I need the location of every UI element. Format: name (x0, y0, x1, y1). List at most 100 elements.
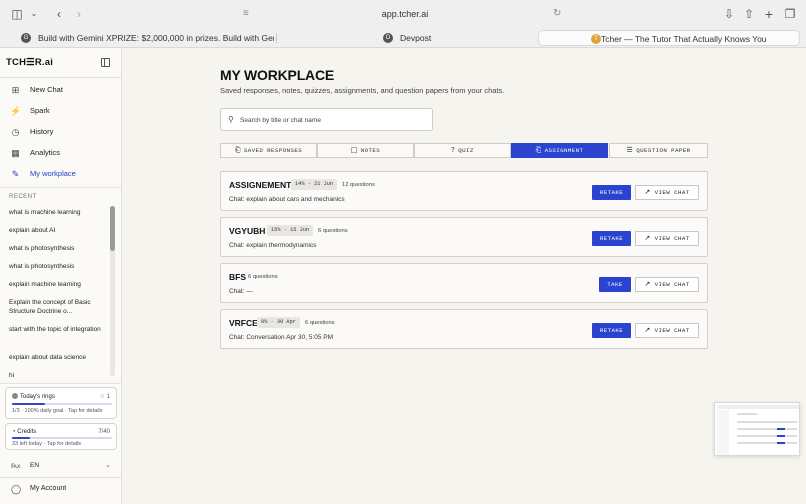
share-icon[interactable]: ⇧ (742, 7, 756, 21)
credits-title: ◔ Credits (12, 429, 37, 435)
retake-button[interactable]: RETAKE (592, 231, 631, 246)
retake-button[interactable]: RETAKE (592, 323, 631, 338)
thumbnail-line (737, 442, 797, 444)
recent-item[interactable]: explain machine learning (9, 280, 109, 289)
recent-item[interactable]: explain about data science (9, 353, 109, 362)
view-chat-button[interactable]: ↗ VIEW CHAT (635, 185, 699, 200)
tab-label: NOTES (360, 147, 381, 154)
gemini-favicon-icon: G (21, 33, 31, 43)
main-content: MY WORKPLACE Saved responses, notes, qui… (122, 48, 806, 504)
new-tab-icon[interactable]: + (762, 7, 776, 21)
credits-count: 7/40 (98, 429, 110, 435)
assignment-card: VRFCE 0% · 30 Apr 6 questions Chat: Conv… (220, 309, 708, 349)
chat-source: Chat: explain thermodynamics (229, 242, 317, 249)
tab-label: QUIZ (458, 147, 474, 154)
rings-title: Today's rings (12, 393, 55, 400)
recent-item[interactable]: explain about AI (9, 226, 109, 235)
view-chat-label: VIEW CHAT (654, 189, 690, 196)
collapse-sidebar-icon[interactable] (101, 58, 110, 67)
screenshot-thumbnail[interactable] (714, 402, 800, 456)
recent-scrollbar[interactable] (110, 206, 115, 251)
edit-icon: ✎ (11, 169, 20, 179)
user-icon: ◯ (11, 484, 22, 494)
external-link-icon: ↗ (644, 280, 651, 288)
tab-label: SAVED RESPONSES (243, 147, 303, 154)
tab-saved-responses[interactable]: ⎗ SAVED RESPONSES (220, 143, 317, 158)
credits-card[interactable]: ◔ Credits 7/40 33 left today · Tap for d… (5, 423, 117, 450)
nav-analytics[interactable]: ▦ Analytics (0, 143, 121, 163)
download-icon[interactable]: ⇩ (722, 7, 736, 21)
sidebar-toggle-icon[interactable]: ◫ (10, 7, 24, 21)
tab-quiz[interactable]: ? QUIZ (414, 143, 511, 158)
nav-history[interactable]: ◷ History (0, 122, 121, 142)
language-selector[interactable]: ℻ EN ⌄ (0, 458, 121, 474)
streak-count: ♢ 1 (99, 394, 110, 400)
tab-label: ASSIGNMENT (544, 147, 584, 154)
tab-notes[interactable]: □ NOTES (317, 143, 414, 158)
nav-label: History (30, 127, 54, 136)
credits-subtitle: 33 left today · Tap for details (12, 441, 81, 447)
view-chat-button[interactable]: ↗ VIEW CHAT (635, 277, 699, 292)
retake-button[interactable]: RETAKE (592, 185, 631, 200)
assignment-title: ASSIGNEMENT (229, 180, 292, 190)
tab-gemini[interactable]: G Build with Gemini XPRIZE: $2,000,000 i… (12, 30, 274, 46)
language-label: EN (30, 462, 40, 469)
new-chat-icon: ⊞ (11, 85, 20, 95)
view-chat-label: VIEW CHAT (654, 235, 690, 242)
nav-new-chat[interactable]: ⊞ New Chat (0, 80, 121, 100)
assignment-card: BFS 6 questions Chat: — TAKE ↗ VIEW CHAT (220, 263, 708, 303)
score-date-badge: 15% · 15 Jun (267, 225, 314, 236)
assignment-card: VGYUBH 15% · 15 Jun 6 questions Chat: ex… (220, 217, 708, 257)
recent-item[interactable]: what is photosynthesis (9, 262, 109, 271)
lightning-icon: ⚡ (10, 106, 22, 116)
app-logo[interactable]: TCH☰R.ai (6, 57, 53, 68)
take-button[interactable]: TAKE (599, 277, 631, 292)
tab-label: Devpost (400, 33, 432, 43)
grid-icon: ▦ (11, 148, 20, 158)
tab-overview-icon[interactable]: ❐ (783, 7, 797, 21)
rings-progress-fill (12, 403, 45, 405)
clipboard-icon: ⎗ (535, 146, 542, 154)
question-count: 6 questions (248, 274, 278, 280)
view-chat-button[interactable]: ↗ VIEW CHAT (635, 231, 699, 246)
view-chat-button[interactable]: ↗ VIEW CHAT (635, 323, 699, 338)
thumbnail-line (737, 435, 797, 437)
thumbnail-line (737, 428, 797, 430)
my-account-button[interactable]: ◯ My Account (0, 480, 121, 498)
reload-icon[interactable]: ↻ (553, 8, 561, 19)
devpost-favicon-icon: D (383, 33, 393, 43)
recent-item[interactable]: what is machine learning (9, 208, 109, 217)
external-link-icon: ↗ (644, 326, 651, 334)
forward-icon[interactable]: › (72, 7, 86, 21)
page-title: MY WORKPLACE (220, 67, 335, 83)
search-input[interactable] (240, 113, 425, 127)
view-chat-label: VIEW CHAT (654, 281, 690, 288)
tab-question-paper[interactable]: ☰ QUESTION PAPER (609, 143, 708, 158)
back-icon[interactable]: ‹ (52, 7, 66, 21)
search-box[interactable]: ⚲ (220, 108, 433, 131)
thumbnail-toolbar (717, 405, 799, 409)
address-bar[interactable]: app.tcher.ai (240, 5, 570, 24)
browser-toolbar: ◫ ⌄ ‹ › ≡ app.tcher.ai ↻ ⇩ ⇧ + ❐ (0, 0, 806, 29)
recent-item[interactable]: Explain the concept of Basic Structure D… (9, 298, 109, 316)
chevron-down-icon[interactable]: ⌄ (27, 7, 41, 21)
tab-devpost[interactable]: D Devpost (374, 30, 474, 46)
book-icon: □ (350, 146, 358, 154)
tab-divider (276, 33, 277, 43)
todays-rings-card[interactable]: Today's rings ♢ 1 1/3 · 100% daily goal … (5, 387, 117, 419)
clock-icon: ◷ (11, 127, 20, 137)
recent-item[interactable]: hi (9, 371, 109, 380)
recent-heading: RECENT (9, 194, 37, 200)
nav-my-workplace[interactable]: ✎ My workplace (0, 164, 121, 184)
tab-label: QUESTION PAPER (636, 147, 691, 154)
question-count: 12 questions (342, 182, 375, 188)
recent-item[interactable]: start with the topic of integration (9, 325, 109, 334)
score-date-badge: 0% · 30 Apr (257, 317, 300, 328)
recent-item[interactable]: what is photosynthesis (9, 244, 109, 253)
chevron-down-icon: ⌄ (105, 462, 111, 469)
tab-assignment[interactable]: ⎗ ASSIGNMENT (511, 143, 608, 158)
nav-spark[interactable]: ⚡ Spark (0, 101, 121, 121)
tab-tcher[interactable]: T Tcher — The Tutor That Actually Knows … (538, 30, 800, 46)
chat-source: Chat: — (229, 288, 253, 295)
external-link-icon: ↗ (644, 234, 651, 242)
